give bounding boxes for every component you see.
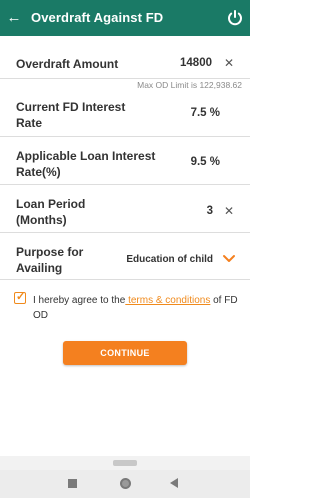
purpose-select[interactable]: Education of child: [120, 254, 213, 265]
loan-period-label: Loan Period (Months): [16, 197, 86, 227]
check-icon: ✓: [16, 291, 26, 303]
page-title: Overdraft Against FD: [31, 10, 164, 25]
loan-period-input[interactable]: 3: [195, 205, 213, 217]
chevron-down-icon[interactable]: [222, 254, 236, 264]
terms-link[interactable]: terms & conditions: [125, 295, 210, 306]
agreement-text: I hereby agree to the terms & conditions…: [33, 293, 243, 323]
fd-rate-value: 7.5 %: [190, 107, 220, 119]
continue-button[interactable]: CONTINUE: [63, 341, 187, 365]
back-triangle-icon[interactable]: [170, 478, 178, 488]
agree-checkbox[interactable]: ✓: [14, 291, 26, 304]
arrow-left-icon[interactable]: ←: [6, 9, 22, 27]
power-icon[interactable]: [226, 9, 244, 27]
clear-amount-icon[interactable]: ✕: [223, 56, 235, 70]
loan-rate-label: Applicable Loan Interest Rate(%): [16, 149, 156, 179]
grab-handle[interactable]: [113, 460, 137, 466]
clear-period-icon[interactable]: ✕: [223, 204, 235, 218]
home-icon[interactable]: [120, 478, 131, 489]
purpose-label: Purpose for Availing: [16, 245, 84, 275]
fd-rate-label: Current FD Interest Rate: [16, 100, 126, 130]
recent-apps-icon[interactable]: [68, 479, 77, 488]
divider: [0, 136, 250, 137]
overdraft-amount-label: Overdraft Amount: [16, 57, 119, 71]
divider: [0, 279, 250, 280]
divider: [0, 232, 250, 233]
overdraft-amount-input[interactable]: 14800: [170, 57, 212, 69]
loan-rate-value: 9.5 %: [190, 156, 220, 168]
max-limit-hint: Max OD Limit is 122,938.62: [137, 80, 242, 90]
app-header: ← Overdraft Against FD: [0, 0, 250, 36]
divider: [0, 184, 250, 185]
agreement-prefix: I hereby agree to the: [33, 295, 126, 306]
divider: [0, 78, 250, 79]
